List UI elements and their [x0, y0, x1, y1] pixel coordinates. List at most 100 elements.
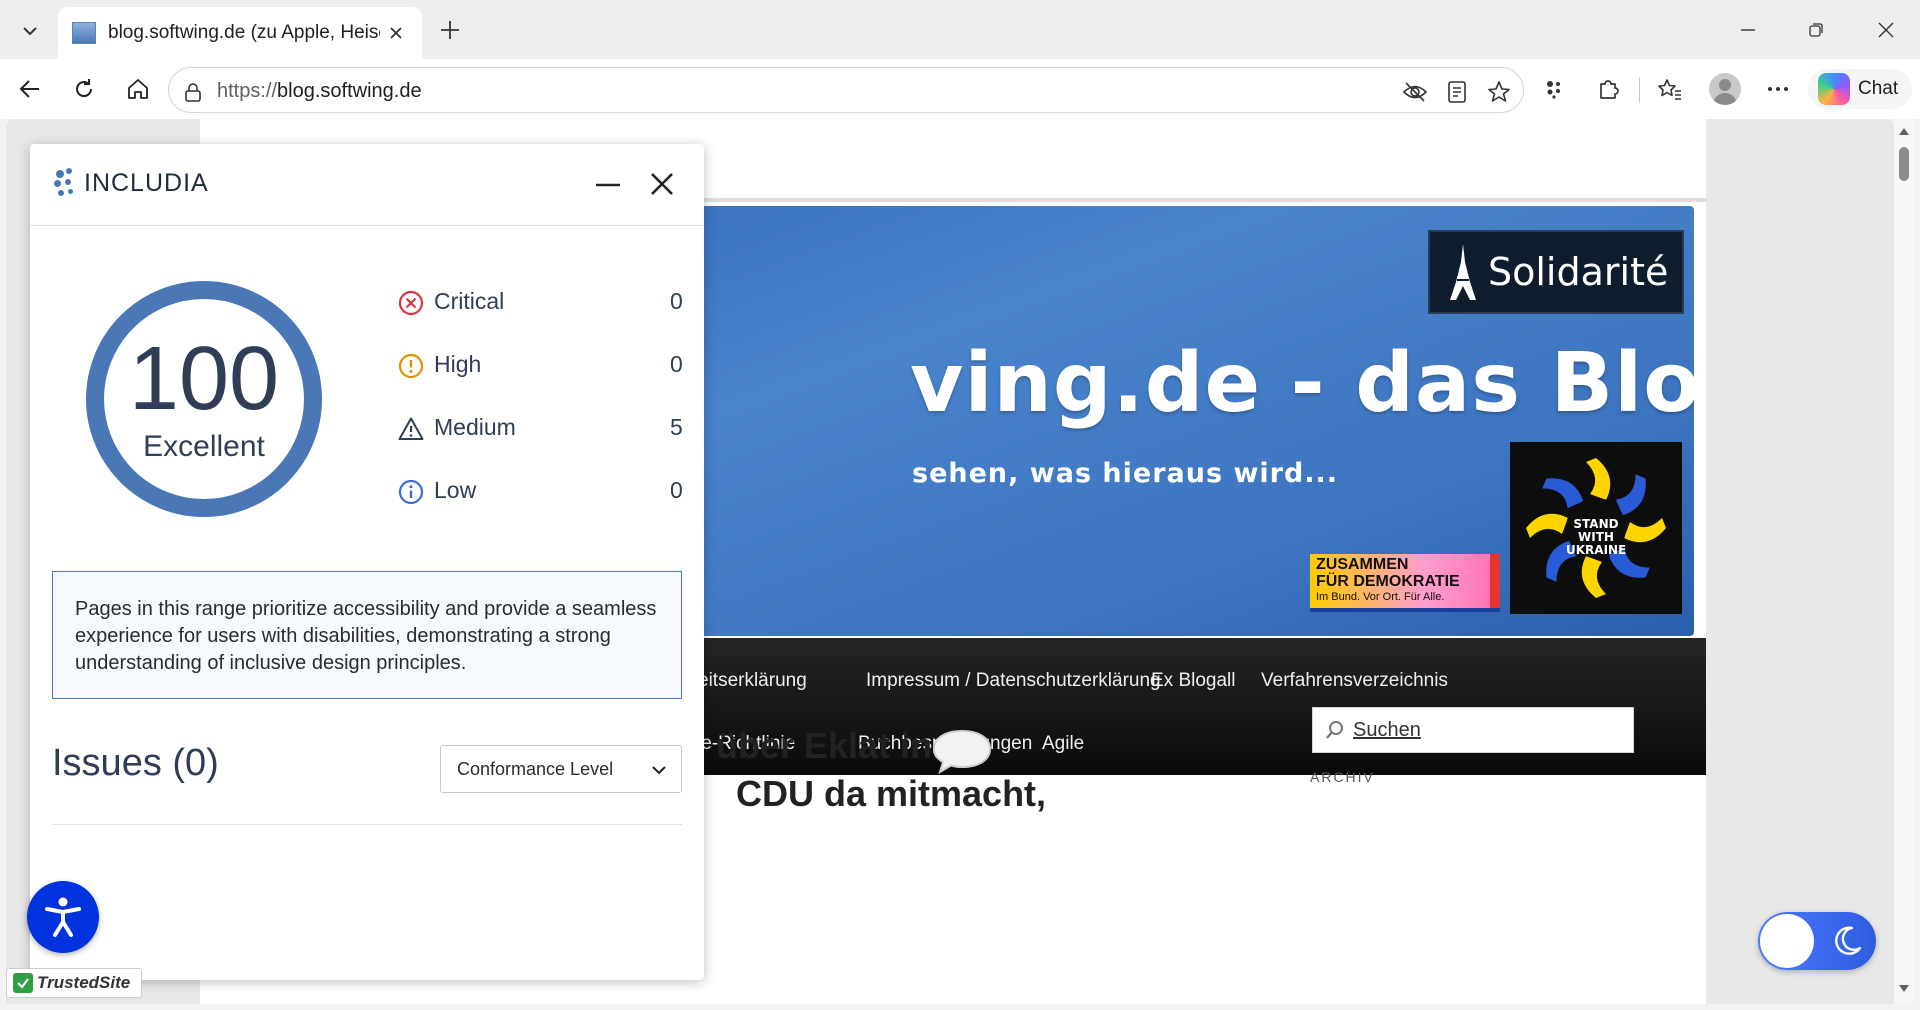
severity-row-low: Low 0	[398, 474, 698, 508]
browser-toolbar: https://blog.softwing.de Chat	[0, 59, 1920, 119]
nav-item-verfahrensverzeichnis[interactable]: Verfahrensverzeichnis	[1261, 670, 1448, 692]
avatar-body	[1713, 93, 1737, 105]
severity-label-critical: Critical	[434, 288, 505, 314]
tab-title: blog.softwing.de (zu Apple, Heise,	[108, 22, 380, 43]
includia-logo-icon	[52, 168, 76, 198]
accessibility-report-panel: INCLUDIA 100 Excellent Critical 0 High 0…	[30, 144, 704, 980]
tab-bar: blog.softwing.de (zu Apple, Heise,	[0, 0, 1920, 59]
post-title-line2[interactable]: CDU da mitmacht,	[736, 773, 1046, 815]
toolbar-separator	[1639, 77, 1640, 103]
severity-label-medium: Medium	[434, 414, 516, 440]
nav-item-impressum[interactable]: Impressum / Datenschutzerklärung	[866, 670, 1161, 692]
minimize-icon	[596, 183, 620, 187]
accessibility-person-icon	[45, 897, 81, 937]
high-exclamation-circle-icon	[398, 353, 424, 379]
favorite-star-icon[interactable]	[1485, 78, 1513, 106]
search-icon	[1326, 721, 1343, 739]
ukraine-badge[interactable]: STAND WITH UKRAINE	[1510, 442, 1682, 614]
scroll-thumb[interactable]	[1899, 147, 1909, 181]
restore-window-button[interactable]	[1794, 10, 1838, 50]
panel-close-button[interactable]	[644, 166, 680, 202]
extensions-puzzle-icon[interactable]	[1590, 71, 1626, 107]
severity-label-low: Low	[434, 477, 477, 503]
score-label: Excellent	[143, 430, 265, 463]
plus-icon	[441, 21, 459, 39]
trustedsite-badge[interactable]: TrustedSite	[6, 968, 142, 998]
post-title-line1[interactable]: über Eklat in	[716, 725, 932, 767]
nav-item-agile[interactable]: Agile	[1042, 733, 1084, 755]
close-window-button[interactable]	[1864, 10, 1908, 50]
score-description: Pages in this range prioritize accessibi…	[75, 598, 657, 674]
chevron-down-icon	[23, 27, 37, 36]
site-info-lock-icon[interactable]	[179, 78, 207, 106]
home-icon	[128, 79, 148, 99]
extension-includia-icon[interactable]	[1536, 71, 1572, 107]
sidebar-search[interactable]: Suchen	[1312, 707, 1634, 753]
home-button[interactable]	[118, 69, 158, 109]
active-tab[interactable]: blog.softwing.de (zu Apple, Heise,	[58, 7, 422, 59]
severity-row-critical: Critical 0	[398, 285, 698, 319]
reload-icon	[76, 79, 93, 98]
tab-actions-menu-button[interactable]	[10, 14, 50, 48]
solidarite-badge[interactable]: Solidarité	[1428, 230, 1684, 314]
site-favicon-icon	[72, 22, 96, 44]
moon-icon	[1835, 926, 1862, 955]
profile-avatar[interactable]	[1709, 73, 1741, 105]
copilot-chat-button[interactable]: Chat	[1808, 69, 1912, 109]
address-bar[interactable]: https://blog.softwing.de	[168, 67, 1524, 113]
scroll-down-arrow-icon[interactable]	[1898, 983, 1910, 995]
medium-warning-triangle-icon	[398, 417, 424, 440]
conformance-level-label: Conformance Level	[457, 759, 614, 779]
nav-item-ex-blogall[interactable]: Ex Blogall	[1151, 670, 1236, 692]
panel-minimize-button[interactable]	[590, 166, 626, 202]
copilot-logo-icon	[1818, 73, 1850, 105]
score-description-box: Pages in this range prioritize accessibi…	[52, 571, 682, 699]
democracy-badge[interactable]: ZUSAMMEN FÜR DEMOKRATIE Im Bund. Vor Ort…	[1310, 554, 1500, 612]
arrow-left-icon	[19, 80, 39, 98]
democracy-line1: ZUSAMMEN	[1316, 556, 1409, 573]
chevron-down-icon	[652, 766, 666, 775]
minimize-icon	[1741, 29, 1755, 31]
conformance-level-select[interactable]: Conformance Level	[440, 745, 682, 793]
more-options-icon[interactable]	[1760, 71, 1796, 107]
close-icon	[1878, 22, 1894, 38]
comment-bubble-icon[interactable]	[930, 727, 994, 775]
issues-divider	[52, 824, 682, 825]
reload-button[interactable]	[64, 69, 104, 109]
eiffel-tower-icon	[1450, 244, 1476, 300]
democracy-line3: Im Bund. Vor Ort. Für Alle.	[1316, 591, 1445, 603]
avatar-head	[1719, 79, 1731, 91]
url-scheme: https://	[217, 80, 278, 102]
nav-item-barrierefreiheitserklaerung[interactable]: eitserklärung	[698, 670, 807, 692]
url-text[interactable]: https://blog.softwing.de	[217, 80, 422, 103]
scroll-up-arrow-icon[interactable]	[1898, 125, 1910, 137]
close-icon	[651, 173, 673, 195]
chat-label: Chat	[1858, 78, 1899, 99]
severity-row-high: High 0	[398, 348, 698, 382]
url-host: blog.softwing.de	[277, 80, 422, 102]
banner-subtitle: sehen, was hieraus wird...	[912, 458, 1339, 489]
archive-heading: ARCHIV	[1310, 769, 1375, 785]
back-button[interactable]	[10, 69, 50, 109]
reading-view-icon[interactable]	[1443, 78, 1471, 106]
score-value: 100	[128, 329, 280, 429]
tracking-prevention-eye-off-icon[interactable]	[1401, 78, 1429, 106]
democracy-red-bar	[1490, 554, 1500, 608]
new-tab-button[interactable]	[432, 12, 468, 48]
severity-count-critical: 0	[670, 288, 683, 314]
tab-close-button[interactable]	[384, 21, 408, 45]
ukraine-label: STAND WITH UKRAINE	[1566, 517, 1627, 557]
panel-header: INCLUDIA	[30, 144, 704, 226]
critical-x-circle-icon	[398, 290, 424, 316]
severity-count-high: 0	[670, 351, 683, 377]
solidarite-text: Solidarité	[1488, 250, 1669, 294]
minimize-window-button[interactable]	[1726, 10, 1770, 50]
search-label: Suchen	[1353, 718, 1421, 741]
accessibility-menu-button[interactable]	[27, 881, 99, 953]
brand-name: INCLUDIA	[84, 168, 209, 197]
severity-row-medium: Medium 5	[398, 411, 698, 445]
page-scrollbar[interactable]	[1894, 119, 1914, 1004]
favorites-icon[interactable]	[1652, 71, 1688, 107]
low-info-circle-icon	[398, 479, 424, 505]
dark-mode-toggle[interactable]	[1758, 912, 1876, 970]
